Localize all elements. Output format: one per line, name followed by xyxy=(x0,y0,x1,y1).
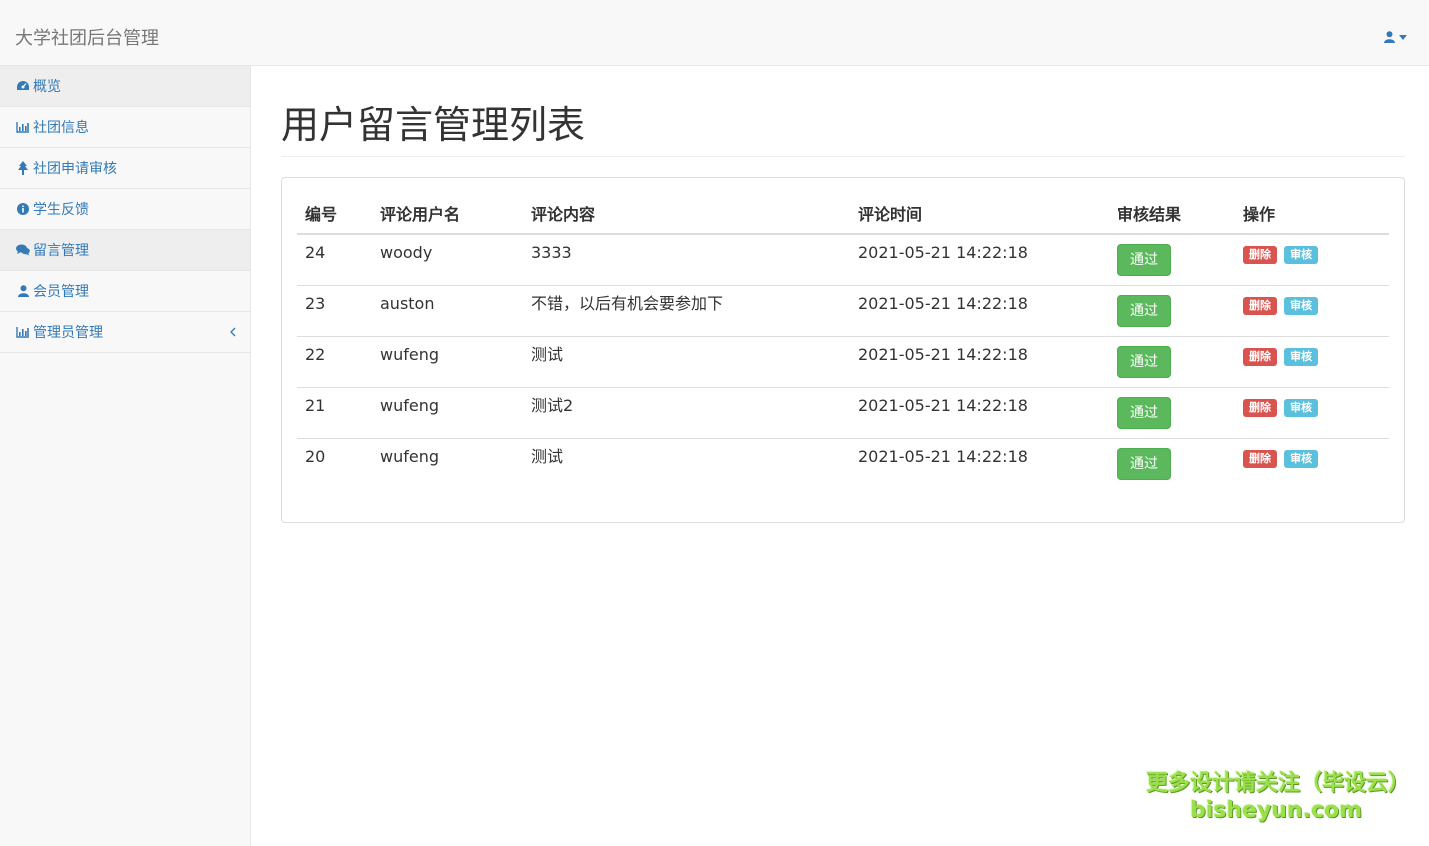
cell-actions: 删除 审核 xyxy=(1235,284,1389,336)
main-content: 用户留言管理列表 编号 评论用户名 评论内容 评论时间 审核结果 操作 24 w… xyxy=(281,66,1405,523)
brand-title[interactable]: 大学社团后台管理 xyxy=(15,28,159,50)
tree-icon xyxy=(15,161,31,175)
cell-result: 通过 xyxy=(1109,386,1235,438)
review-button[interactable]: 审核 xyxy=(1284,347,1319,366)
cell-username: woody xyxy=(380,243,433,262)
bar-chart-icon xyxy=(15,120,31,134)
caret-down-icon xyxy=(1399,34,1407,40)
top-navbar: 大学社团后台管理 xyxy=(0,0,1429,66)
cell-username: wufeng xyxy=(372,335,523,387)
cell-result: 通过 xyxy=(1109,234,1235,285)
sidebar-item-label: 社团申请审核 xyxy=(33,161,117,177)
cell-time: 2021-05-21 14:22:18 xyxy=(858,243,1028,262)
watermark-line2: bisheyun.com xyxy=(1189,798,1363,823)
cell-time: 2021-05-21 14:22:18 xyxy=(850,386,1109,438)
watermark-line1: 更多设计请关注（毕设云） xyxy=(1146,771,1411,796)
user-dropdown[interactable] xyxy=(1384,31,1407,43)
cell-id: 21 xyxy=(297,386,372,438)
page-title: 用户留言管理列表 xyxy=(281,103,586,147)
review-button[interactable]: 审核 xyxy=(1284,296,1319,315)
pass-button[interactable]: 通过 xyxy=(1117,294,1171,327)
sidebar-item-message-management[interactable]: 留言管理 xyxy=(0,230,250,271)
page-header: 用户留言管理列表 xyxy=(281,102,1405,157)
table-row: 24 woody 3333 2021-05-21 14:22:18 通过 删除 … xyxy=(297,234,1389,285)
cell-content: 测试 xyxy=(523,335,850,387)
info-circle-icon xyxy=(15,202,31,216)
cell-actions: 删除 审核 xyxy=(1235,335,1389,387)
cell-result: 通过 xyxy=(1109,437,1235,489)
cell-time: 2021-05-21 14:22:18 xyxy=(850,284,1109,336)
cell-actions: 删除 审核 xyxy=(1235,437,1389,489)
table-row: 23 auston 不错，以后有机会要参加下 2021-05-21 14:22:… xyxy=(297,284,1389,336)
chevron-left-icon[interactable] xyxy=(230,325,236,341)
column-header-id: 编号 xyxy=(297,193,372,235)
bar-chart-icon xyxy=(15,325,31,339)
cell-result: 通过 xyxy=(1109,335,1235,387)
column-header-username: 评论用户名 xyxy=(372,193,523,235)
cell-content: 3333 xyxy=(531,243,572,262)
user-icon xyxy=(15,284,31,298)
review-button[interactable]: 审核 xyxy=(1284,449,1319,468)
sidebar-item-label: 学生反馈 xyxy=(33,202,89,218)
sidebar-item-label: 管理员管理 xyxy=(33,325,103,341)
pass-button[interactable]: 通过 xyxy=(1117,345,1171,378)
user-icon xyxy=(1384,31,1395,43)
watermark: 更多设计请关注（毕设云） bisheyun.com xyxy=(1146,770,1411,824)
delete-button[interactable]: 删除 xyxy=(1243,347,1277,366)
cell-username: auston xyxy=(372,284,523,336)
column-header-content: 评论内容 xyxy=(523,193,850,235)
cell-content: 不错，以后有机会要参加下 xyxy=(523,284,850,336)
sidebar-item-admin-management[interactable]: 管理员管理 xyxy=(0,312,250,353)
sidebar: 概览 社团信息 社团申请审核 学生反馈 留言管理 会员管理 管理员管理 xyxy=(0,66,251,846)
cell-actions: 删除 审核 xyxy=(1235,386,1389,438)
cell-id: 20 xyxy=(297,437,372,489)
sidebar-item-label: 概览 xyxy=(33,79,61,95)
pass-button[interactable]: 通过 xyxy=(1117,244,1171,276)
column-header-result: 审核结果 xyxy=(1109,193,1235,235)
sidebar-item-member-management[interactable]: 会员管理 xyxy=(0,271,250,312)
cell-content: 测试2 xyxy=(523,386,850,438)
message-table: 编号 评论用户名 评论内容 评论时间 审核结果 操作 24 woody 3333… xyxy=(297,193,1389,489)
sidebar-item-overview[interactable]: 概览 xyxy=(0,66,250,107)
message-table-panel: 编号 评论用户名 评论内容 评论时间 审核结果 操作 24 woody 3333… xyxy=(281,177,1405,523)
cell-username: wufeng xyxy=(372,437,523,489)
column-header-time: 评论时间 xyxy=(850,193,1109,235)
cell-content: 测试 xyxy=(523,437,850,489)
sidebar-item-student-feedback[interactable]: 学生反馈 xyxy=(0,189,250,230)
sidebar-item-label: 社团信息 xyxy=(33,120,89,136)
cell-time: 2021-05-21 14:22:18 xyxy=(850,437,1109,489)
table-row: 20 wufeng 测试 2021-05-21 14:22:18 通过 删除 审… xyxy=(297,437,1389,489)
cell-actions: 删除 审核 xyxy=(1235,234,1389,285)
review-button[interactable]: 审核 xyxy=(1284,246,1319,264)
delete-button[interactable]: 删除 xyxy=(1243,398,1277,417)
dashboard-icon xyxy=(15,79,31,93)
sidebar-item-club-application[interactable]: 社团申请审核 xyxy=(0,148,250,189)
cell-username: wufeng xyxy=(372,386,523,438)
column-header-actions: 操作 xyxy=(1235,193,1389,235)
cell-result: 通过 xyxy=(1109,284,1235,336)
pass-button[interactable]: 通过 xyxy=(1117,447,1171,480)
comments-icon xyxy=(15,243,31,257)
delete-button[interactable]: 删除 xyxy=(1243,246,1277,264)
cell-id: 24 xyxy=(305,243,326,262)
sidebar-item-club-info[interactable]: 社团信息 xyxy=(0,107,250,148)
sidebar-item-label: 会员管理 xyxy=(33,284,89,300)
sidebar-item-label: 留言管理 xyxy=(33,243,89,259)
pass-button[interactable]: 通过 xyxy=(1117,396,1171,429)
review-button[interactable]: 审核 xyxy=(1284,398,1319,417)
cell-id: 22 xyxy=(297,335,372,387)
cell-time: 2021-05-21 14:22:18 xyxy=(850,335,1109,387)
cell-id: 23 xyxy=(297,284,372,336)
delete-button[interactable]: 删除 xyxy=(1243,296,1277,315)
table-row: 22 wufeng 测试 2021-05-21 14:22:18 通过 删除 审… xyxy=(297,335,1389,387)
table-header-row: 编号 评论用户名 评论内容 评论时间 审核结果 操作 xyxy=(297,193,1389,235)
delete-button[interactable]: 删除 xyxy=(1243,449,1277,468)
table-row: 21 wufeng 测试2 2021-05-21 14:22:18 通过 删除 … xyxy=(297,386,1389,438)
